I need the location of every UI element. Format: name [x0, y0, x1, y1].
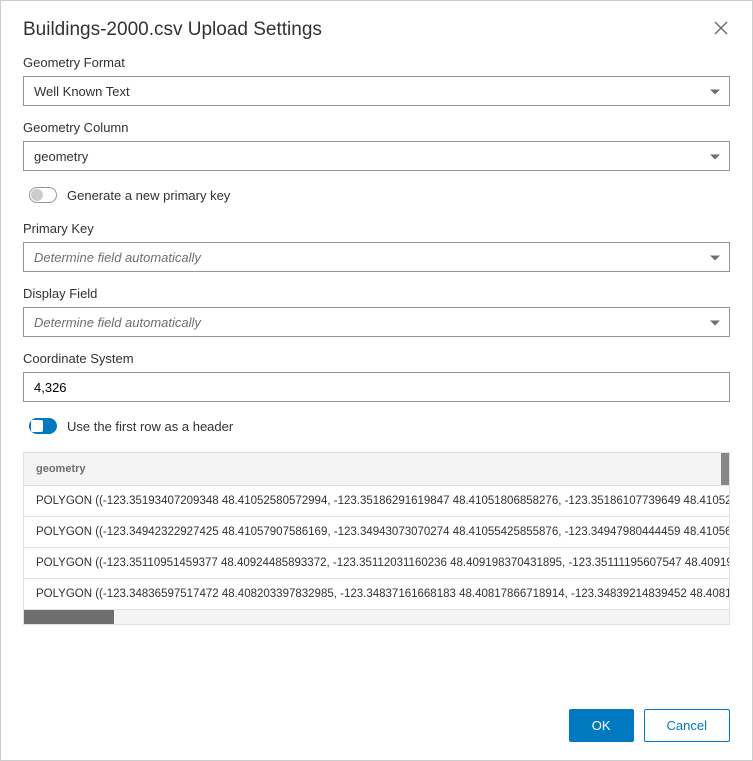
primary-key-field: Primary Key Determine field automaticall…	[23, 221, 730, 272]
coordinate-system-field: Coordinate System	[23, 351, 730, 402]
geometry-column-label: Geometry Column	[23, 120, 730, 135]
dialog-footer: OK Cancel	[1, 695, 752, 760]
display-field-value: Determine field automatically	[23, 307, 730, 337]
dialog-body: Geometry Format Well Known Text Geometry…	[1, 51, 752, 695]
close-icon	[714, 21, 728, 35]
display-field-select[interactable]: Determine field automatically	[23, 307, 730, 337]
cancel-button[interactable]: Cancel	[644, 709, 730, 742]
geometry-column-select[interactable]: geometry	[23, 141, 730, 171]
display-field-field: Display Field Determine field automatica…	[23, 286, 730, 337]
close-button[interactable]	[712, 19, 730, 40]
horizontal-scrollbar[interactable]	[24, 610, 729, 624]
first-row-header-label: Use the first row as a header	[67, 419, 233, 434]
preview-rows: POLYGON ((-123.35193407209348 48.4105258…	[24, 486, 729, 610]
toggle-knob	[31, 420, 43, 432]
horizontal-scrollbar-thumb[interactable]	[24, 610, 114, 624]
geometry-column-value: geometry	[23, 141, 730, 171]
geometry-column-field: Geometry Column geometry	[23, 120, 730, 171]
dialog-header: Buildings-2000.csv Upload Settings	[1, 1, 752, 51]
generate-primary-key-row: Generate a new primary key	[29, 187, 730, 203]
display-field-label: Display Field	[23, 286, 730, 301]
geometry-format-label: Geometry Format	[23, 55, 730, 70]
table-row: POLYGON ((-123.34836597517472 48.4082033…	[24, 579, 729, 610]
first-row-header-row: Use the first row as a header	[29, 418, 730, 434]
geometry-format-select[interactable]: Well Known Text	[23, 76, 730, 106]
coordinate-system-input[interactable]	[23, 372, 730, 402]
preview-table: geometry POLYGON ((-123.35193407209348 4…	[23, 452, 730, 625]
vertical-scrollbar-stub[interactable]	[721, 453, 729, 485]
toggle-knob	[31, 189, 43, 201]
dialog-title: Buildings-2000.csv Upload Settings	[23, 19, 322, 41]
generate-primary-key-label: Generate a new primary key	[67, 188, 230, 203]
coordinate-system-label: Coordinate System	[23, 351, 730, 366]
preview-table-header: geometry	[24, 453, 729, 486]
upload-settings-dialog: Buildings-2000.csv Upload Settings Geome…	[0, 0, 753, 761]
generate-primary-key-toggle[interactable]	[29, 187, 57, 203]
primary-key-value: Determine field automatically	[23, 242, 730, 272]
first-row-header-toggle[interactable]	[29, 418, 57, 434]
table-row: POLYGON ((-123.35110951459377 48.4092448…	[24, 548, 729, 579]
table-row: POLYGON ((-123.34942322927425 48.4105790…	[24, 517, 729, 548]
primary-key-select[interactable]: Determine field automatically	[23, 242, 730, 272]
preview-column-header: geometry	[24, 453, 729, 485]
geometry-format-field: Geometry Format Well Known Text	[23, 55, 730, 106]
primary-key-label: Primary Key	[23, 221, 730, 236]
table-row: POLYGON ((-123.35193407209348 48.4105258…	[24, 486, 729, 517]
geometry-format-value: Well Known Text	[23, 76, 730, 106]
ok-button[interactable]: OK	[569, 709, 634, 742]
